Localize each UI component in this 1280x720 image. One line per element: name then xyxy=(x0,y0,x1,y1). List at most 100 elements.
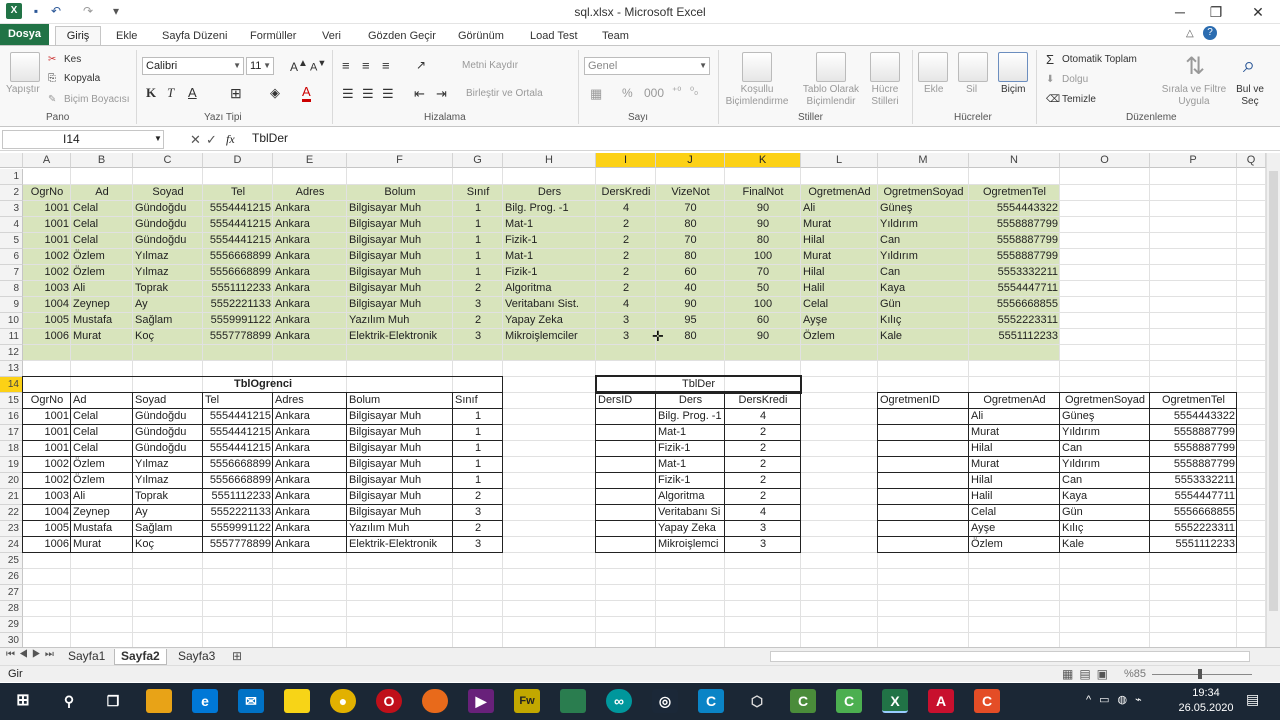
table-cell[interactable]: Ankara xyxy=(273,505,347,521)
column-header-K[interactable]: K xyxy=(725,153,801,168)
firefox-icon[interactable] xyxy=(422,689,448,713)
row-header-15[interactable]: 15 xyxy=(0,393,23,409)
table-cell[interactable]: 3 xyxy=(453,537,503,553)
row-header-16[interactable]: 16 xyxy=(0,409,23,425)
table-cell[interactable]: 1002 xyxy=(23,457,71,473)
table-cell[interactable]: Hilal xyxy=(801,233,878,249)
bold-button[interactable]: K xyxy=(146,85,156,101)
app-c-green-icon[interactable]: C xyxy=(790,689,816,713)
3d-box-icon[interactable]: ⬡ xyxy=(744,689,770,713)
table-cell[interactable]: Sağlam xyxy=(133,521,203,537)
table-cell[interactable]: 60 xyxy=(656,265,725,281)
table-cell[interactable]: 100 xyxy=(725,297,801,313)
table-cell[interactable]: Mat-1 xyxy=(503,249,596,265)
column-header-N[interactable]: N xyxy=(969,153,1060,168)
table-cell[interactable]: Yıldırım xyxy=(1060,425,1150,441)
column-title[interactable]: Ders xyxy=(503,185,596,201)
table-cell[interactable]: 70 xyxy=(656,201,725,217)
table-cell[interactable]: 2 xyxy=(596,281,656,297)
table-cell[interactable]: Bilgisayar Muh xyxy=(347,409,453,425)
table-cell[interactable]: 1003 xyxy=(23,281,71,297)
mail-icon[interactable]: ✉ xyxy=(238,689,264,713)
table-cell[interactable]: Ankara xyxy=(273,313,347,329)
table-cell[interactable]: 5553332211 xyxy=(1150,473,1237,489)
tab-load-test[interactable]: Load Test xyxy=(530,28,578,46)
row-header-2[interactable]: 2 xyxy=(0,185,23,201)
clock-date[interactable]: 26.05.2020 xyxy=(1176,702,1236,714)
insert-function-button[interactable]: fx xyxy=(226,132,235,147)
format-painter-button[interactable]: Biçim Boyacısı xyxy=(64,94,130,105)
table-cell[interactable]: 1001 xyxy=(23,201,71,217)
table-cell[interactable]: Bilgisayar Muh xyxy=(347,265,453,281)
table-cell[interactable]: Yılmaz xyxy=(133,473,203,489)
column-title[interactable]: DersID xyxy=(596,393,656,409)
column-title[interactable]: Tel xyxy=(203,185,273,201)
table-cell[interactable]: Mat-1 xyxy=(503,217,596,233)
table-cell[interactable]: 5556668899 xyxy=(203,473,273,489)
table-cell[interactable]: 1005 xyxy=(23,521,71,537)
row-header-12[interactable]: 12 xyxy=(0,345,23,361)
conditional-format-icon[interactable] xyxy=(742,52,772,82)
table-cell[interactable]: Özlem xyxy=(71,265,133,281)
table-cell[interactable]: 5558887799 xyxy=(969,233,1060,249)
table-cell[interactable]: 3 xyxy=(725,521,801,537)
table-cell[interactable]: Hilal xyxy=(801,265,878,281)
table-cell[interactable]: Koç xyxy=(133,329,203,345)
table-cell[interactable]: 1 xyxy=(453,265,503,281)
table-cell[interactable]: 1002 xyxy=(23,265,71,281)
column-title[interactable]: OgretmenID xyxy=(878,393,969,409)
row-header-10[interactable]: 10 xyxy=(0,313,23,329)
table-cell[interactable]: 5551112233 xyxy=(203,281,273,297)
table-cell[interactable]: 5556668855 xyxy=(1150,505,1237,521)
row-header-25[interactable]: 25 xyxy=(0,553,23,569)
table-cell[interactable]: 2 xyxy=(725,489,801,505)
row-header-23[interactable]: 23 xyxy=(0,521,23,537)
name-box[interactable]: I14 xyxy=(2,130,164,149)
table-cell[interactable]: 5558887799 xyxy=(1150,457,1237,473)
table-cell[interactable]: 5551112233 xyxy=(1150,537,1237,553)
table-cell[interactable]: Ay xyxy=(133,505,203,521)
table-cell[interactable]: Ankara xyxy=(273,297,347,313)
conditional-format-button[interactable]: Koşullu Biçimlendirme xyxy=(722,84,792,108)
row-header-28[interactable]: 28 xyxy=(0,601,23,617)
shrink-font-icon[interactable]: A▼ xyxy=(310,58,326,74)
zoom-slider-thumb[interactable] xyxy=(1198,669,1202,679)
table-cell[interactable]: 5558887799 xyxy=(969,217,1060,233)
table-cell[interactable]: Güneş xyxy=(1060,409,1150,425)
table-cell[interactable]: Özlem xyxy=(801,329,878,345)
table-cell[interactable]: 90 xyxy=(725,329,801,345)
table-cell[interactable]: Bilgisayar Muh xyxy=(347,457,453,473)
format-as-table-icon[interactable] xyxy=(816,52,846,82)
row-header-13[interactable]: 13 xyxy=(0,361,23,377)
acrobat-icon[interactable]: A xyxy=(928,689,954,713)
help-icon[interactable]: ? xyxy=(1203,26,1217,40)
table-cell[interactable]: 1006 xyxy=(23,329,71,345)
decrease-indent-icon[interactable]: ⇤ xyxy=(414,86,425,102)
align-right-icon[interactable]: ☰ xyxy=(382,86,394,102)
table-cell[interactable]: Ankara xyxy=(273,233,347,249)
table-cell[interactable]: 2 xyxy=(453,521,503,537)
table-cell[interactable]: 2 xyxy=(725,457,801,473)
zoom-level[interactable]: %85 xyxy=(1124,666,1146,682)
align-center-icon[interactable]: ☰ xyxy=(362,86,374,102)
align-left-icon[interactable]: ☰ xyxy=(342,86,354,102)
table-cell[interactable]: Özlem xyxy=(71,473,133,489)
row-header-24[interactable]: 24 xyxy=(0,537,23,553)
table-cell[interactable]: 2 xyxy=(725,441,801,457)
table-cell[interactable]: Bilgisayar Muh xyxy=(347,425,453,441)
table-cell[interactable]: Bilg. Prog. -1 xyxy=(503,201,596,217)
table-cell[interactable]: Yapay Zeka xyxy=(503,313,596,329)
table-cell[interactable]: 5552221133 xyxy=(203,297,273,313)
column-title[interactable]: Adres xyxy=(273,185,347,201)
table-cell[interactable]: Elektrik-Elektronik xyxy=(347,329,453,345)
table-cell[interactable]: 5554441215 xyxy=(203,201,273,217)
table-cell[interactable]: 1001 xyxy=(23,233,71,249)
table-cell[interactable]: Mat-1 xyxy=(656,457,725,473)
table-cell[interactable]: Ali xyxy=(969,409,1060,425)
tab-insert[interactable]: Ekle xyxy=(116,28,137,46)
font-color-icon[interactable]: A xyxy=(302,84,311,102)
clear-button[interactable]: Temizle xyxy=(1062,94,1096,105)
table-cell[interactable]: 5557778899 xyxy=(203,537,273,553)
column-header-E[interactable]: E xyxy=(273,153,347,168)
italic-button[interactable]: T xyxy=(167,85,174,101)
